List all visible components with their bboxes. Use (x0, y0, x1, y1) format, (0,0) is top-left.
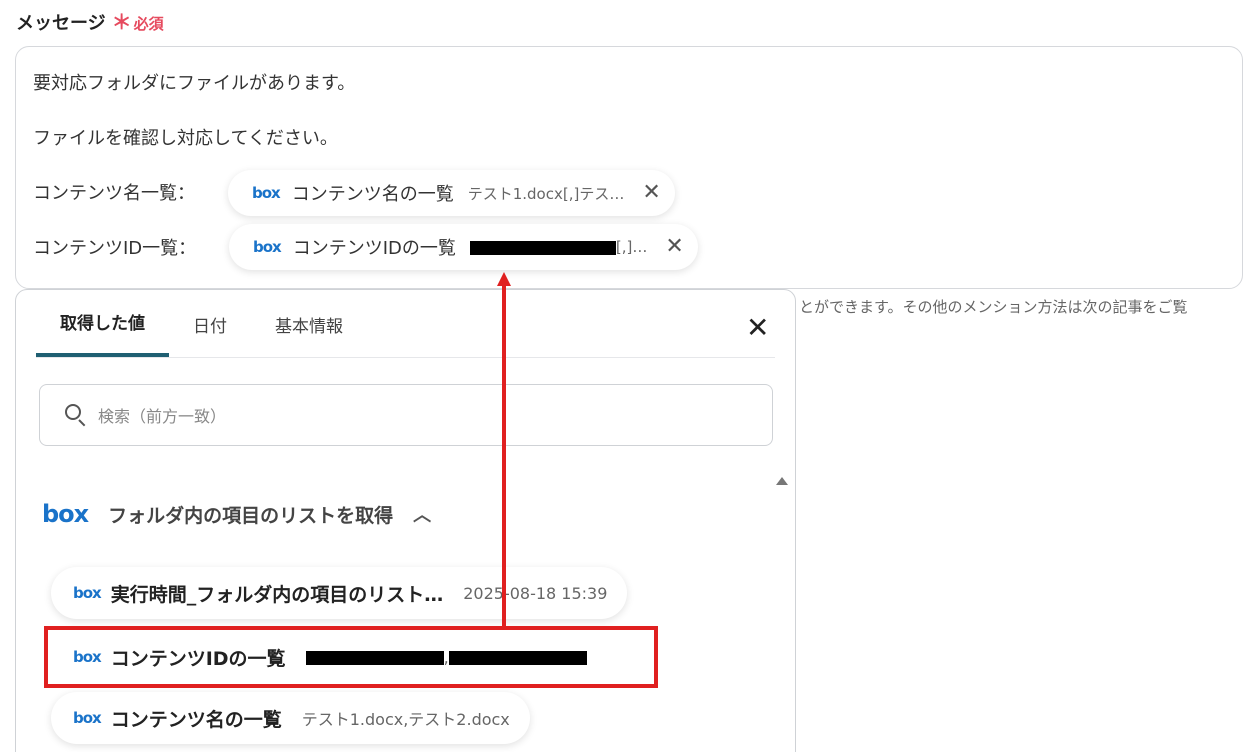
chip-value-suffix: [,]… (615, 238, 648, 256)
annotation-arrow-line (502, 284, 506, 628)
list-item-execution-time[interactable]: box 実行時間_フォルダ内の項目のリスト… 2025-08-18 15:39 (51, 567, 628, 619)
box-logo: box (252, 184, 281, 202)
group-header-box[interactable]: box フォルダ内の項目のリストを取得 ︿ (42, 500, 431, 528)
tab-bar: 取得した値 日付 基本情報 (36, 290, 367, 358)
field-label-text: メッセージ (16, 13, 106, 34)
item-value: テスト1.docx,テスト2.docx (301, 710, 510, 729)
search-icon (64, 403, 88, 427)
chip-value: [,]… (469, 238, 648, 256)
tab-acquired-values[interactable]: 取得した値 (36, 290, 169, 358)
variable-chip-content-ids[interactable]: box コンテンツIDの一覧 [,]… ✕ (229, 224, 698, 270)
item-value: 2025-08-18 15:39 (463, 583, 608, 603)
box-logo: box (73, 709, 102, 727)
item-label: コンテンツ名の一覧 (110, 708, 282, 731)
search-placeholder: 検索（前方一致） (98, 407, 227, 426)
required-star: ＊ (111, 10, 132, 34)
message-line-2: ファイルを確認し対応してください。 (33, 128, 338, 149)
tabs-divider (36, 357, 775, 358)
variable-chip-content-names[interactable]: box コンテンツ名の一覧 テスト1.docx[,]テス… ✕ (228, 170, 675, 216)
close-icon[interactable]: ✕ (665, 236, 683, 258)
message-line-1: 要対応フォルダにファイルがあります。 (33, 73, 356, 94)
list-item-content-names[interactable]: box コンテンツ名の一覧 テスト1.docx,テスト2.docx (51, 692, 530, 744)
chevron-up-icon[interactable]: ︿ (413, 501, 431, 527)
scroll-up-icon[interactable] (776, 477, 788, 485)
tab-date[interactable]: 日付 (169, 290, 251, 358)
required-text: 必須 (133, 15, 164, 33)
tab-basic-info[interactable]: 基本情報 (251, 290, 367, 358)
chip-value: テスト1.docx[,]テス… (467, 184, 625, 203)
message-editor[interactable]: 要対応フォルダにファイルがあります。 ファイルを確認し対応してください。 コンテ… (15, 46, 1243, 289)
close-icon[interactable]: ✕ (746, 314, 769, 342)
mention-hint-text: とができます。その他のメンション方法は次の記事をご覧 (799, 298, 1188, 316)
message-line-ids-prefix: コンテンツID一覧： (33, 238, 197, 259)
field-label: メッセージ ＊ 必須 (16, 6, 164, 35)
item-label: 実行時間_フォルダ内の項目のリスト… (110, 583, 444, 606)
box-logo: box (73, 584, 102, 602)
redacted-value (469, 240, 616, 255)
chip-label: コンテンツIDの一覧 (292, 238, 456, 259)
box-logo: box (253, 238, 282, 256)
close-icon[interactable]: ✕ (642, 182, 660, 204)
group-title: フォルダ内の項目のリストを取得 (108, 504, 394, 527)
annotation-highlight-box (44, 626, 658, 688)
box-logo: box (42, 500, 89, 528)
annotation-arrow-head (497, 272, 511, 286)
search-input[interactable]: 検索（前方一致） (39, 384, 773, 446)
message-line-names-prefix: コンテンツ名一覧： (33, 183, 195, 204)
chip-label: コンテンツ名の一覧 (291, 184, 454, 205)
